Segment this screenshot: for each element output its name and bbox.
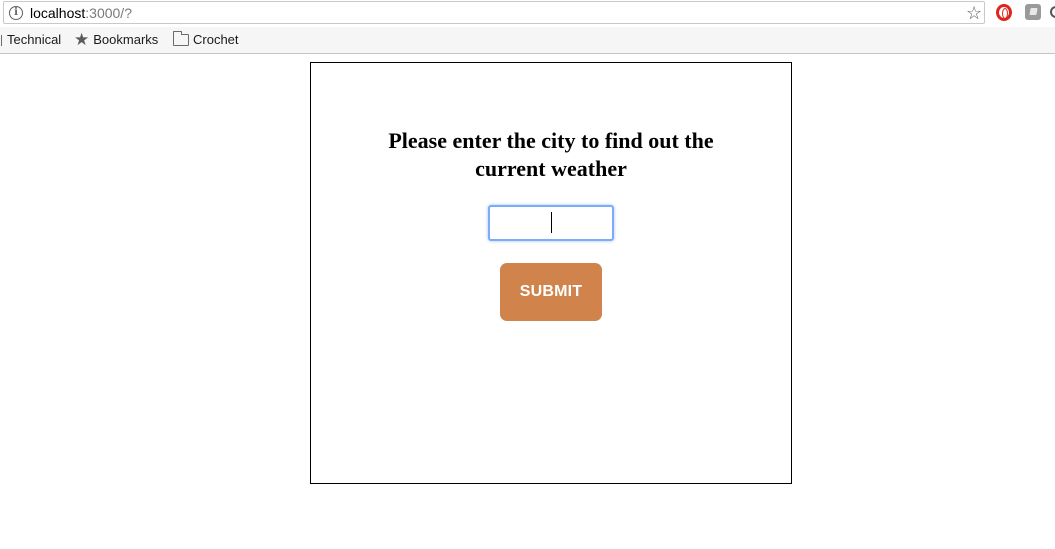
- extension-edge-icon[interactable]: [1050, 6, 1055, 18]
- bookmark-bookmarks[interactable]: ★ Bookmarks: [74, 30, 159, 49]
- page-heading: Please enter the city to find out the cu…: [388, 128, 714, 181]
- address-bar[interactable]: i localhost:3000/? ☆: [3, 1, 985, 24]
- text-cursor: [551, 212, 552, 233]
- bookmark-technical[interactable]: Technical: [0, 32, 61, 48]
- browser-toolbar: i localhost:3000/? ☆: [0, 0, 1055, 27]
- bookmark-label: Technical: [7, 32, 62, 47]
- bookmark-star-icon[interactable]: ☆: [966, 4, 982, 22]
- bookmark-label: Crochet: [193, 32, 239, 47]
- bookmark-label: Bookmarks: [93, 32, 159, 47]
- info-icon[interactable]: i: [9, 6, 23, 20]
- bookmarks-bar: Technical ★ Bookmarks Crochet: [0, 27, 1055, 54]
- submit-button[interactable]: SUBMIT: [500, 263, 602, 321]
- url-host: localhost: [30, 5, 86, 21]
- star-icon: ★: [74, 30, 90, 49]
- url-path: :3000/?: [85, 5, 132, 21]
- bookmark-crochet[interactable]: Crochet: [173, 31, 239, 48]
- folder-icon: [0, 34, 2, 46]
- folder-icon: [173, 31, 189, 46]
- extension-icon[interactable]: [1025, 4, 1041, 20]
- url-text[interactable]: localhost:3000/?: [30, 5, 132, 21]
- opera-icon[interactable]: [996, 4, 1012, 21]
- weather-form-card: Please enter the city to find out the cu…: [310, 62, 792, 484]
